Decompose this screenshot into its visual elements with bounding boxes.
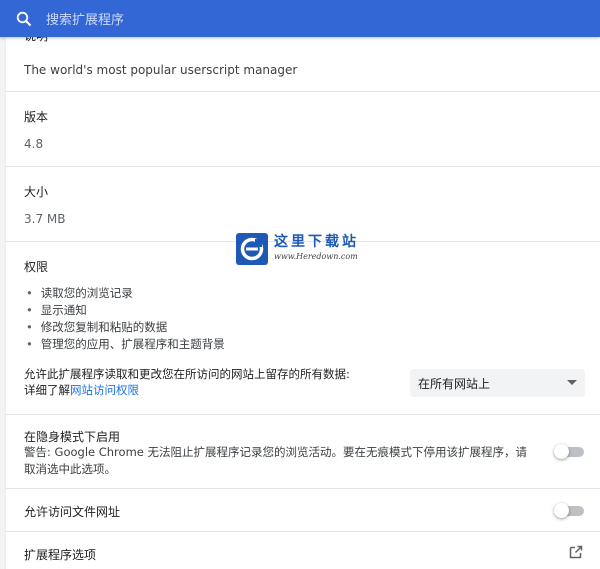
site-access-description: 允许此扩展程序读取和更改您在所访问的网站上留存的所有数据: 详细了解网站访问权限 bbox=[24, 366, 350, 398]
watermark-url: www.Heredown.com bbox=[274, 252, 358, 261]
site-access-text: 允许此扩展程序读取和更改您在所访问的网站上留存的所有数据: bbox=[24, 367, 350, 381]
version-section: 版本 4.8 bbox=[6, 92, 600, 167]
size-value: 3.7 MB bbox=[24, 212, 66, 226]
watermark-title: 这里下载站 bbox=[274, 234, 359, 250]
extension-details-card: 说明 The world's most popular userscript m… bbox=[6, 37, 600, 569]
top-search-bar: 搜索扩展程序 bbox=[0, 0, 600, 37]
site-access-link[interactable]: 网站访问权限 bbox=[70, 383, 139, 397]
search-input[interactable]: 搜索扩展程序 bbox=[46, 9, 124, 28]
version-value: 4.8 bbox=[24, 137, 44, 151]
learn-more-prefix: 详细了解 bbox=[24, 383, 70, 397]
extension-options-row[interactable]: 扩展程序选项 bbox=[6, 532, 600, 569]
incognito-label: 在隐身模式下启用 bbox=[24, 430, 121, 444]
toggle-knob bbox=[554, 503, 569, 518]
size-label: 大小 bbox=[24, 185, 49, 199]
list-item: 修改您复制和粘贴的数据 bbox=[26, 319, 225, 336]
incognito-section: 在隐身模式下启用 警告: Google Chrome 无法阻止扩展程序记录您的浏… bbox=[6, 415, 600, 489]
description-label: 说明 bbox=[24, 37, 48, 44]
search-icon[interactable] bbox=[14, 9, 34, 29]
incognito-warning: 警告: Google Chrome 无法阻止扩展程序记录您的浏览活动。要在无痕模… bbox=[24, 445, 527, 476]
watermark-logo-icon bbox=[236, 233, 268, 265]
learn-more-line: 详细了解网站访问权限 bbox=[24, 382, 350, 398]
extension-options-label: 扩展程序选项 bbox=[24, 548, 97, 562]
open-in-new-icon[interactable] bbox=[568, 544, 584, 560]
chevron-down-icon bbox=[567, 380, 577, 385]
incognito-toggle[interactable] bbox=[554, 444, 584, 459]
list-item: 管理您的应用、扩展程序和主题背景 bbox=[26, 336, 225, 353]
list-item: 显示通知 bbox=[26, 302, 225, 319]
list-item: 读取您的浏览记录 bbox=[26, 285, 225, 302]
version-label: 版本 bbox=[24, 110, 49, 124]
permissions-list: 读取您的浏览记录 显示通知 修改您复制和粘贴的数据 管理您的应用、扩展程序和主题… bbox=[26, 285, 225, 353]
description-section: 说明 The world's most popular userscript m… bbox=[6, 37, 600, 92]
toggle-knob bbox=[554, 444, 569, 459]
description-value: The world's most popular userscript mana… bbox=[24, 63, 298, 77]
watermark: 这里下载站 www.Heredown.com bbox=[236, 231, 366, 271]
site-access-select[interactable]: 在所有网站上 bbox=[410, 369, 585, 397]
file-urls-label: 允许访问文件网址 bbox=[24, 505, 121, 519]
permissions-label: 权限 bbox=[24, 260, 49, 274]
site-access-selected: 在所有网站上 bbox=[418, 376, 491, 391]
file-urls-section: 允许访问文件网址 bbox=[6, 489, 600, 532]
file-urls-toggle[interactable] bbox=[554, 503, 584, 518]
